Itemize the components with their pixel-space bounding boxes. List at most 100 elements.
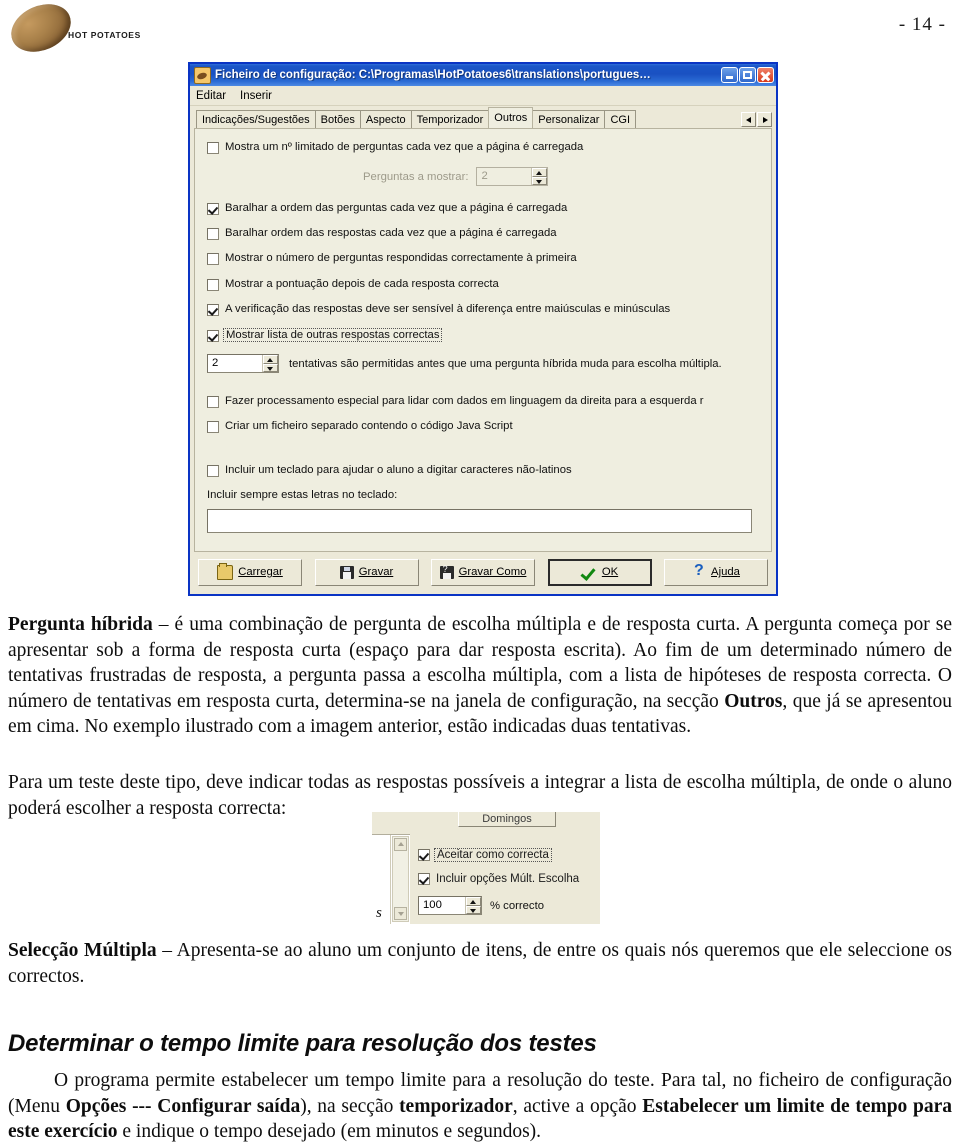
tab-aspecto[interactable]: Aspecto	[359, 110, 412, 128]
option-shuffle-answers[interactable]: Baralhar ordem das respostas cada vez qu…	[207, 227, 557, 240]
option-shuffle-questions-label: Baralhar a ordem das perguntas cada vez …	[225, 202, 568, 214]
option-show-score[interactable]: Mostrar a pontuação depois de cada respo…	[207, 278, 499, 291]
checkbox-shuffle-questions[interactable]	[207, 203, 219, 215]
maximize-icon[interactable]	[739, 67, 756, 83]
option-case-sensitive-label: A verificação das respostas deve ser sen…	[225, 303, 671, 315]
checkbox-include-keypad[interactable]	[207, 465, 219, 477]
keypad-letters-input[interactable]	[207, 509, 752, 533]
inset-option-include-mc-options-label: Incluir opções Múlt. Escolha	[436, 872, 580, 885]
help-button[interactable]: Ajuda	[664, 558, 768, 586]
scroll-down-icon[interactable]	[394, 907, 407, 920]
floppy-question-icon	[439, 564, 454, 579]
checkbox-limit-questions[interactable]	[207, 142, 219, 154]
percent-spin-buttons	[465, 897, 481, 914]
percent-correct-value[interactable]: 100	[419, 897, 465, 914]
dialog-title: Ficheiro de configuração: C:\Programas\H…	[215, 69, 651, 81]
checkbox-accept-as-correct[interactable]	[418, 849, 430, 861]
hot-potatoes-logo: HOT POTATOES	[3, 0, 166, 61]
attempts-suffix-label: tentativas são permitidas antes que uma …	[289, 357, 722, 370]
menu-item-inserir[interactable]: Inserir	[240, 90, 272, 102]
inset-domingos-button[interactable]: Domingos	[458, 812, 556, 827]
option-rtl-processing[interactable]: Fazer processamento especial para lidar …	[207, 395, 704, 408]
tab-indicacoes-sugestoes[interactable]: Indicações/Sugestões	[196, 110, 316, 128]
load-button-label: Carregar	[238, 566, 283, 578]
save-as-button[interactable]: Gravar Como	[431, 558, 535, 586]
close-icon[interactable]	[757, 67, 774, 83]
percent-correct-label: % correcto	[490, 899, 544, 912]
tab-personalizar[interactable]: Personalizar	[532, 110, 606, 128]
questions-to-show-label: Perguntas a mostrar:	[363, 170, 469, 183]
checkbox-show-other-correct[interactable]	[207, 330, 219, 342]
option-case-sensitive[interactable]: A verificação das respostas deve ser sen…	[207, 303, 670, 316]
inset-scrollbar[interactable]	[392, 836, 409, 922]
menu-item-editar[interactable]: Editar	[196, 90, 226, 102]
load-button[interactable]: Carregar	[198, 558, 302, 586]
questions-to-show-stepper[interactable]: 2	[476, 167, 549, 186]
option-limit-questions[interactable]: Mostra um nº limitado de perguntas cada …	[207, 141, 583, 154]
ok-button-label: OK	[601, 566, 619, 578]
inset-screenshot: Domingos Aceitar como correcta Incluir o…	[372, 812, 600, 924]
option-rtl-processing-label: Fazer processamento especial para lidar …	[225, 395, 704, 407]
checkbox-show-first-try-count[interactable]	[207, 253, 219, 265]
inset-percent-group: 100 % correcto	[418, 896, 544, 915]
save-button[interactable]: Gravar	[314, 558, 419, 586]
dialog-button-bar: Carregar Gravar Gravar Como OK Ajuda	[190, 550, 776, 594]
checkbox-shuffle-answers[interactable]	[207, 228, 219, 240]
paragraph-pergunta-hibrida: Pergunta híbrida – é uma combinação de p…	[8, 612, 952, 740]
tab-temporizador[interactable]: Temporizador	[410, 110, 490, 128]
help-button-label: Ajuda	[711, 566, 740, 578]
paragraph-4-text-d: e indique o tempo desejado (em minutos e…	[117, 1121, 542, 1142]
spin-up-icon[interactable]	[466, 897, 481, 906]
tab-cgi[interactable]: CGI	[604, 110, 636, 128]
folder-icon	[217, 562, 234, 580]
questions-to-show-value[interactable]: 2	[477, 168, 531, 185]
logo-label: HOT POTATOES	[68, 30, 141, 40]
option-show-other-correct[interactable]: Mostrar lista de outras respostas correc…	[207, 328, 443, 342]
option-separate-js-file[interactable]: Criar um ficheiro separado contendo o có…	[207, 420, 513, 433]
option-show-score-label: Mostrar a pontuação depois de cada respo…	[225, 278, 499, 290]
percent-correct-stepper[interactable]: 100	[418, 896, 482, 915]
scroll-up-icon[interactable]	[394, 838, 407, 851]
tab-scroll-right-icon[interactable]	[757, 112, 772, 127]
attempts-stepper[interactable]: 2	[207, 354, 279, 373]
spin-up-icon[interactable]	[263, 355, 278, 364]
spin-down-icon[interactable]	[466, 905, 481, 914]
checkbox-rtl-processing[interactable]	[207, 396, 219, 408]
option-shuffle-answers-label: Baralhar ordem das respostas cada vez qu…	[225, 227, 557, 239]
checkbox-include-mc-options[interactable]	[418, 873, 430, 885]
attempts-spin-buttons	[262, 355, 278, 372]
save-as-button-label: Gravar Como	[458, 566, 527, 578]
dialog-tabstrip: Indicações/Sugestões Botões Aspecto Temp…	[190, 106, 776, 128]
term-pergunta-hibrida: Pergunta híbrida	[8, 614, 153, 635]
spin-down-icon[interactable]	[263, 363, 278, 372]
keypad-letters-label: Incluir sempre estas letras no teclado:	[207, 489, 398, 501]
option-separate-js-file-label: Criar um ficheiro separado contendo o có…	[225, 420, 513, 432]
option-show-first-try-count[interactable]: Mostrar o número de perguntas respondida…	[207, 252, 577, 265]
page-header: HOT POTATOES - 14 -	[0, 0, 960, 61]
tab-scroll-left-icon[interactable]	[741, 112, 756, 127]
spin-up-icon[interactable]	[532, 168, 548, 177]
spin-down-icon[interactable]	[532, 176, 548, 185]
tab-botoes[interactable]: Botões	[314, 110, 361, 128]
term-opcoes-configurar-saida: Opções --- Configurar saída	[65, 1095, 301, 1117]
term-temporizador: temporizador	[399, 1095, 513, 1117]
term-outros: Outros	[724, 690, 783, 712]
option-include-keypad[interactable]: Incluir um teclado para ajudar o aluno a…	[207, 464, 572, 477]
inset-top-bar: Domingos	[372, 812, 600, 835]
checkbox-separate-js-file[interactable]	[207, 421, 219, 433]
checkbox-show-score[interactable]	[207, 279, 219, 291]
floppy-icon	[339, 565, 354, 579]
config-dialog-screenshot: Ficheiro de configuração: C:\Programas\H…	[188, 62, 778, 596]
questions-to-show-spin-buttons	[531, 168, 548, 185]
questions-to-show-group: Perguntas a mostrar: 2	[363, 167, 549, 186]
tab-outros[interactable]: Outros	[488, 107, 534, 128]
attempts-value[interactable]: 2	[208, 355, 262, 372]
minimize-icon[interactable]	[721, 67, 738, 83]
question-mark-icon	[692, 562, 706, 580]
inset-option-include-mc-options[interactable]: Incluir opções Múlt. Escolha	[418, 872, 579, 885]
checkbox-case-sensitive[interactable]	[207, 304, 219, 316]
ok-button[interactable]: OK	[547, 558, 652, 586]
inset-option-accept-as-correct[interactable]: Aceitar como correcta	[418, 847, 552, 862]
option-shuffle-questions[interactable]: Baralhar a ordem das perguntas cada vez …	[207, 202, 567, 215]
option-include-keypad-label: Incluir um teclado para ajudar o aluno a…	[225, 464, 572, 476]
